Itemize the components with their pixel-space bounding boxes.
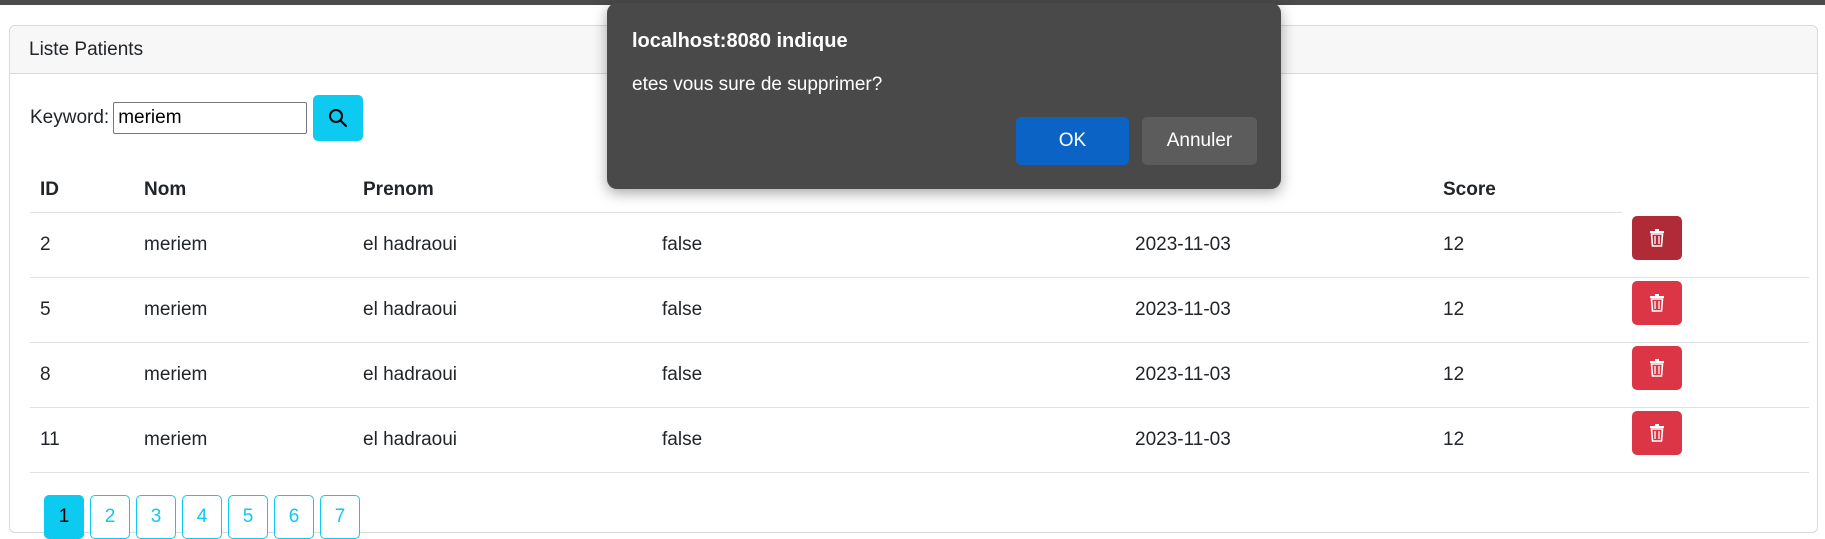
cell-action [1622,212,1809,278]
search-icon [329,109,348,128]
cell-nom: meriem [134,407,353,473]
cell-date: 2023-11-03 [1125,407,1433,473]
cell-id: 11 [30,407,134,473]
confirm-dialog: localhost:8080 indique etes vous sure de… [607,3,1281,189]
search-button[interactable] [313,95,364,141]
patients-table: ID Nom Prenom Score 2 meriem el hadraoui… [30,167,1809,473]
delete-button[interactable] [1632,411,1682,455]
trash-icon [1650,359,1664,377]
pagination: 1 2 3 4 5 6 7 [44,495,366,539]
page-button-2[interactable]: 2 [90,495,130,539]
page-button-5[interactable]: 5 [228,495,268,539]
search-label: Keyword: [30,107,110,128]
cell-score: 12 [1433,342,1622,408]
cell-date: 2023-11-03 [1125,342,1433,408]
ok-button[interactable]: OK [1016,117,1129,165]
cell-prenom: el hadraoui [353,277,652,343]
column-header-action [1622,167,1809,213]
cell-date: 2023-11-03 [1125,277,1433,343]
cell-action [1622,342,1809,408]
delete-button[interactable] [1632,346,1682,390]
table-row: 8 meriem el hadraoui false 2023-11-03 12 [30,342,1809,408]
cell-id: 5 [30,277,134,343]
cell-nom: meriem [134,277,353,343]
cell-id: 8 [30,342,134,408]
cell-action [1622,407,1809,473]
delete-button[interactable] [1632,281,1682,325]
dialog-message: etes vous sure de supprimer? [632,74,883,95]
cell-nom: meriem [134,342,353,408]
cell-prenom: el hadraoui [353,407,652,473]
cell-prenom: el hadraoui [353,342,652,408]
cell-score: 12 [1433,277,1622,343]
page-button-4[interactable]: 4 [182,495,222,539]
page-button-7[interactable]: 7 [320,495,360,539]
column-header-nom: Nom [134,167,353,213]
cell-nom: meriem [134,212,353,278]
search-form: Keyword: [30,95,364,141]
trash-icon [1650,228,1664,247]
cell-date: 2023-11-03 [1125,212,1433,278]
cell-malade: false [652,277,1125,343]
table-row: 5 meriem el hadraoui false 2023-11-03 12 [30,277,1809,343]
table-row: 2 meriem el hadraoui false 2023-11-03 12 [30,212,1809,278]
delete-button[interactable] [1632,215,1682,260]
cell-malade: false [652,212,1125,278]
page-button-6[interactable]: 6 [274,495,314,539]
dialog-title: localhost:8080 indique [632,30,848,52]
table-row: 11 meriem el hadraoui false 2023-11-03 1… [30,407,1809,473]
search-input[interactable] [113,102,308,134]
trash-icon [1650,294,1664,312]
cancel-button[interactable]: Annuler [1142,117,1257,165]
trash-icon [1650,424,1664,442]
page-button-1[interactable]: 1 [44,495,84,539]
cell-action [1622,277,1809,343]
cell-score: 12 [1433,212,1622,278]
cell-id: 2 [30,212,134,278]
cell-score: 12 [1433,407,1622,473]
cell-malade: false [652,407,1125,473]
column-header-id: ID [30,167,134,213]
cell-malade: false [652,342,1125,408]
cell-prenom: el hadraoui [353,212,652,278]
page-button-3[interactable]: 3 [136,495,176,539]
column-header-score: Score [1433,167,1622,213]
